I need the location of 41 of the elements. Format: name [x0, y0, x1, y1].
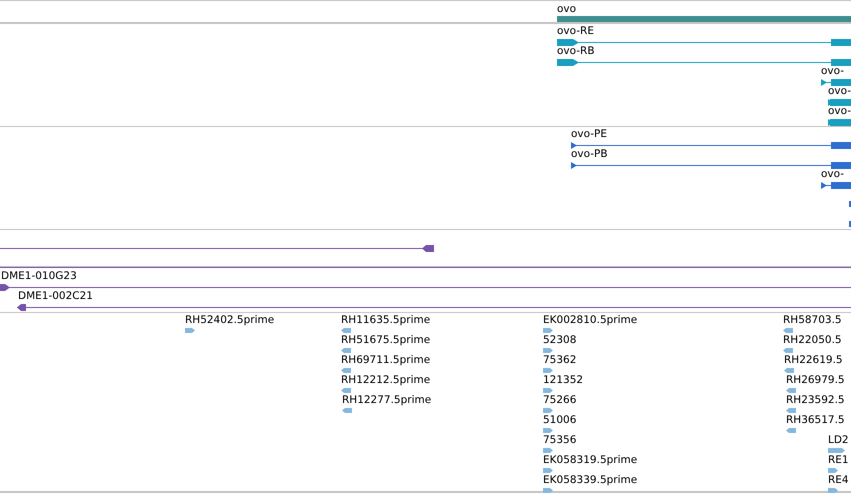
feature-tick — [849, 221, 851, 227]
protein-label: ovo-PB — [571, 148, 608, 161]
est-label: RH58703.5 — [783, 314, 842, 327]
est-label: EK058339.5prime — [543, 474, 638, 487]
clone-label: DME1-002C21 — [18, 290, 93, 303]
transcript-label: ovo- — [828, 85, 851, 98]
est-label: 52308 — [543, 334, 576, 347]
transcript-label: ovo-RB — [557, 45, 595, 58]
est-label: RH22619.5 — [784, 354, 843, 367]
est-label: RH36517.5 — [786, 414, 845, 427]
est-label: 51006 — [543, 414, 576, 427]
est-label: LD2 — [828, 434, 849, 447]
transcript-label: ovo- — [828, 105, 851, 118]
transcript-glyph — [828, 119, 851, 126]
est-label: 75356 — [543, 434, 576, 447]
protein-label: ovo-PE — [571, 128, 608, 141]
protein-glyph — [821, 182, 851, 189]
est-label: EK002810.5prime — [543, 314, 638, 327]
transcript-label: ovo-RE — [557, 25, 594, 38]
est-label: RH69711.5prime — [341, 354, 430, 367]
est-label: 121352 — [543, 374, 584, 387]
clone-label: DME1-010G23 — [1, 270, 77, 283]
est-label: 75266 — [543, 394, 576, 407]
est-label: RH11635.5prime — [341, 314, 430, 327]
est-label: 75362 — [543, 354, 576, 367]
protein-label: ovo- — [821, 168, 844, 181]
est-label: RE1 — [828, 454, 849, 467]
est-label: RH51675.5prime — [341, 334, 430, 347]
est-label: RH23592.5 — [786, 394, 845, 407]
est-label: RH12212.5prime — [341, 374, 430, 387]
est-label: RH12277.5prime — [342, 394, 432, 407]
transcript-label: ovo- — [821, 65, 844, 78]
gene-label: ovo — [557, 3, 576, 16]
est-label: RH52402.5prime — [185, 314, 274, 327]
transcript-glyph — [821, 79, 851, 86]
transcript-glyph — [828, 99, 851, 106]
est-label: RE4 — [828, 474, 849, 487]
est-label: RH22050.5 — [783, 334, 842, 347]
est-label: RH26979.5 — [786, 374, 845, 387]
feature-tick — [849, 201, 851, 207]
est-label: EK058319.5prime — [543, 454, 638, 467]
